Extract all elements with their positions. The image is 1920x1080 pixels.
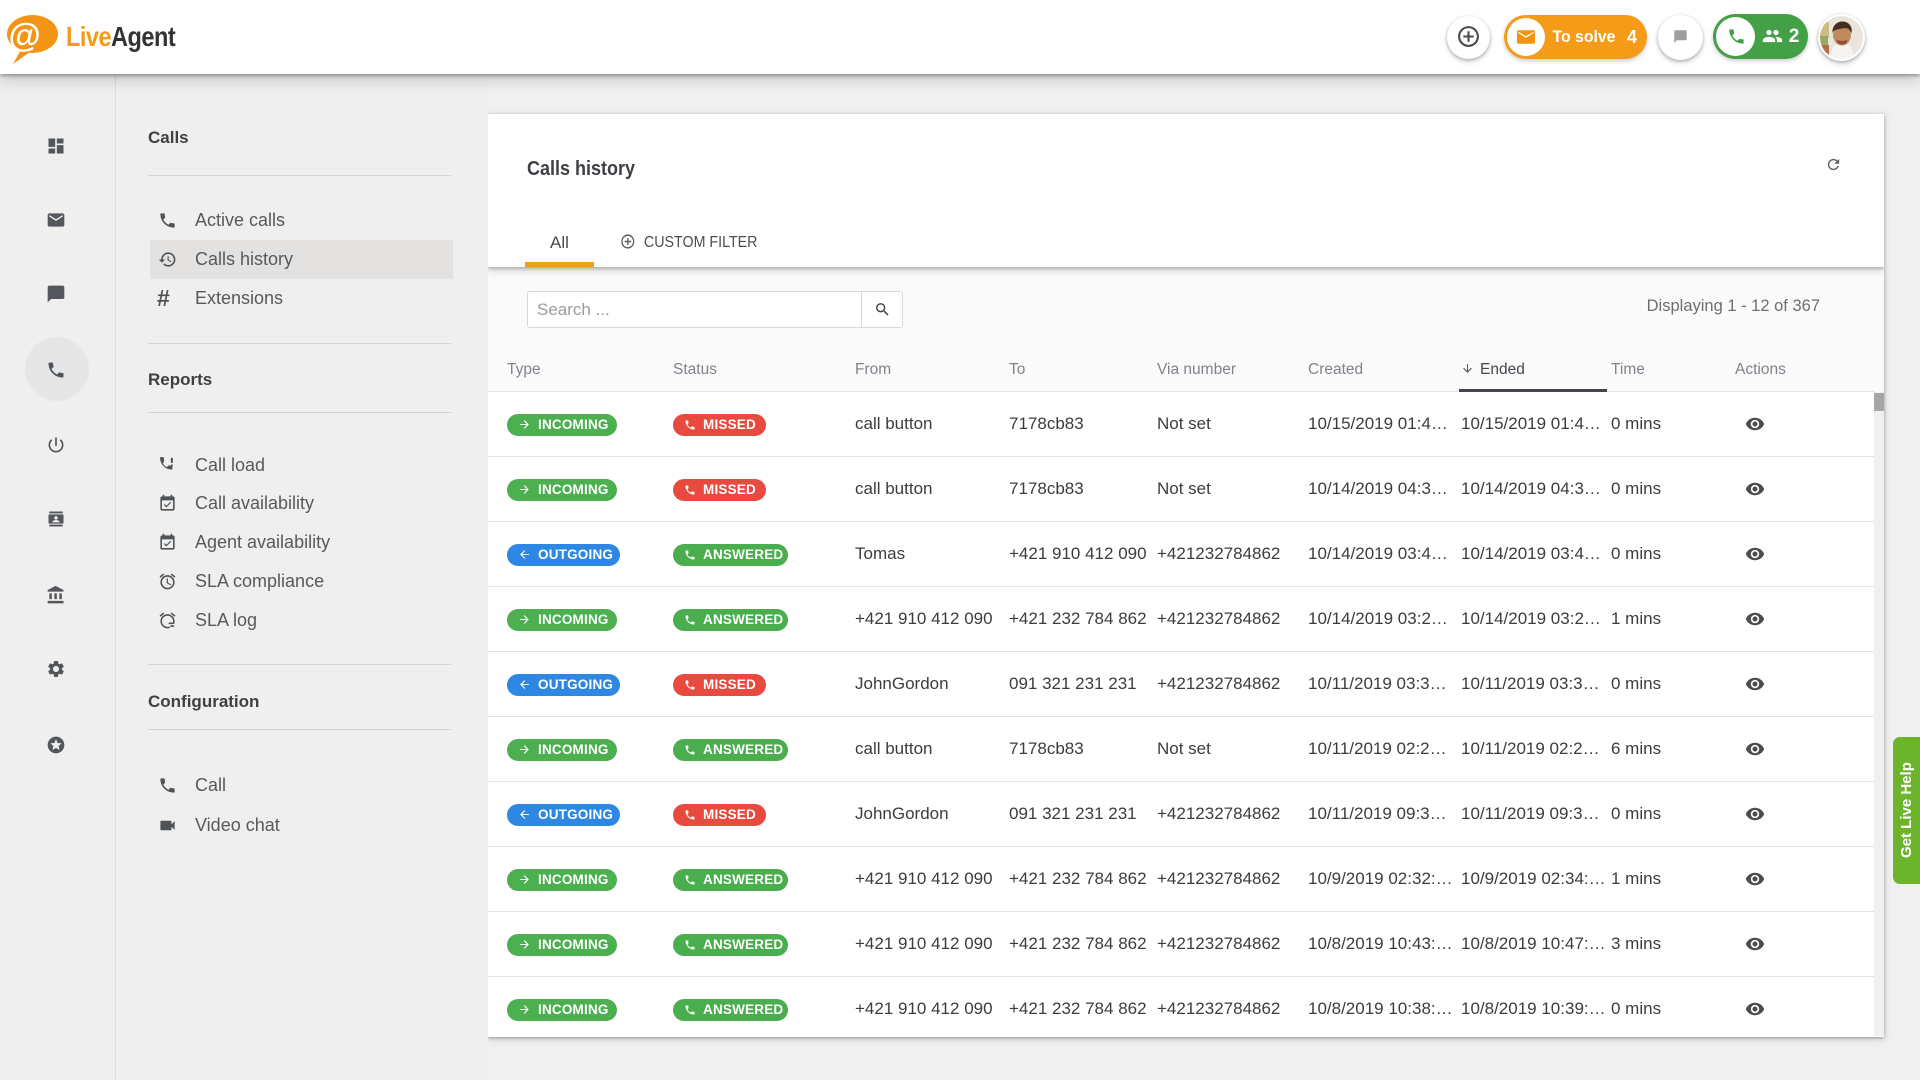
svg-text:@: @ — [9, 17, 41, 54]
